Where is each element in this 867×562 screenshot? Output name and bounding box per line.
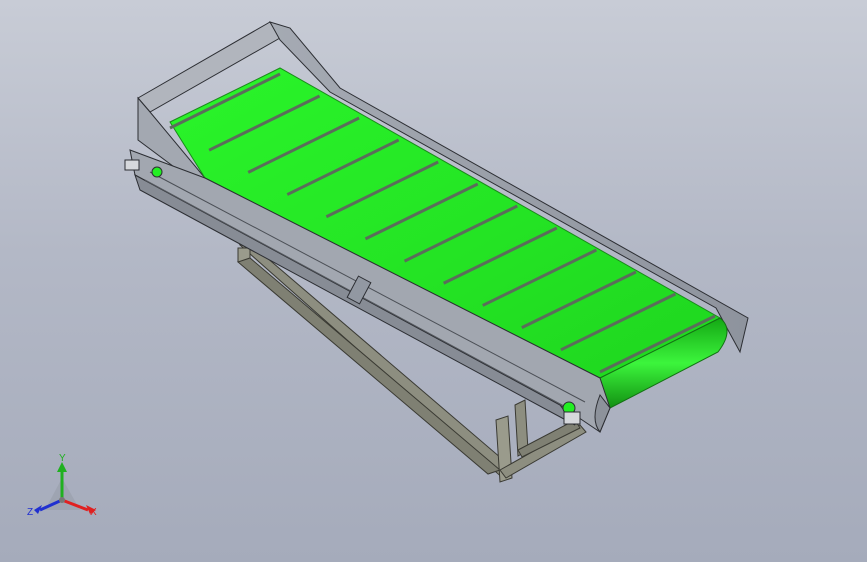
triad-origin (59, 497, 65, 503)
x-axis-label: X (90, 507, 97, 518)
y-axis-label: Y (59, 453, 66, 464)
head-bearing (563, 411, 581, 425)
tail-roller-end (151, 166, 163, 178)
z-axis-label: Z (27, 507, 33, 518)
conveyor-model-view[interactable]: Y X Z (0, 0, 867, 562)
axis-triad: Y X Z (27, 453, 97, 518)
cad-viewport[interactable]: Y X Z (0, 0, 867, 562)
frame-cross-member (499, 424, 587, 479)
tail-bearing (124, 159, 140, 171)
